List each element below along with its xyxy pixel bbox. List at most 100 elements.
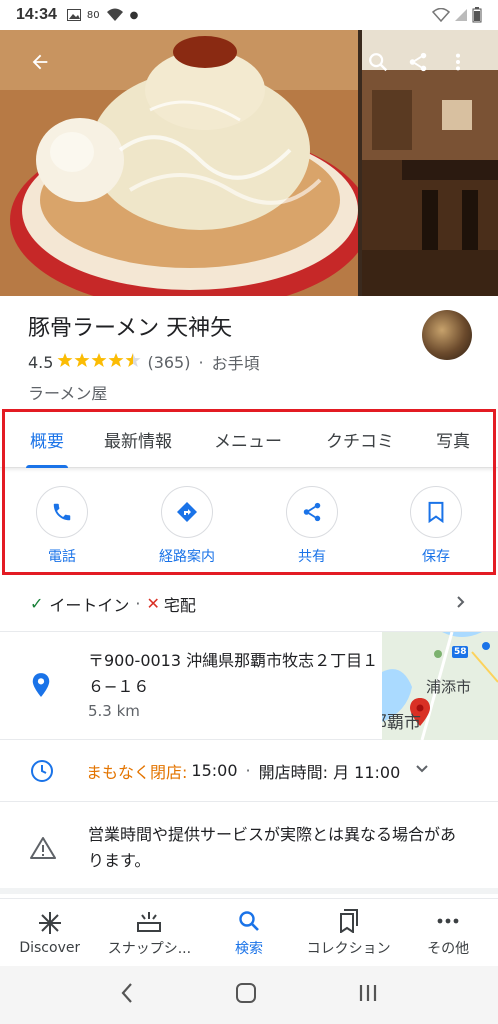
share-label: 共有 — [298, 549, 326, 565]
chevron-left-icon — [121, 983, 133, 1003]
battery-icon — [472, 7, 482, 23]
stars-graphic — [57, 353, 141, 367]
tab-menu[interactable]: メニュー — [214, 412, 282, 468]
place-avatar[interactable] — [422, 310, 472, 360]
battery-percent: 80 — [86, 9, 100, 21]
place-header: 豚骨ラーメン 天神矢 4.5 (365) · お手頃 ラーメン屋 — [0, 296, 498, 408]
separator-dot: · — [135, 594, 141, 613]
share-icon — [409, 52, 427, 72]
service-options-row[interactable]: ✓ イートイン · ✕ 宅配 — [0, 576, 498, 632]
tab-updates[interactable]: 最新情報 — [104, 412, 172, 468]
nav-discover[interactable]: Discover — [0, 899, 100, 966]
home-icon — [235, 983, 256, 1003]
map-city-label-2: 那覇市 — [382, 713, 421, 733]
nav-collection[interactable]: コレクション — [299, 899, 399, 966]
call-circle[interactable] — [36, 486, 88, 538]
opening-info: 開店時間: 月 11:00 — [258, 762, 401, 782]
place-title: 豚骨ラーメン 天神矢 — [28, 316, 233, 341]
back-icon — [32, 54, 48, 70]
nav-snapshot-label: スナップシ... — [107, 940, 192, 957]
recents-icon — [359, 985, 376, 1001]
address-text[interactable]: 〒900-0013 沖縄県那覇市牧志２丁目１６−１６ — [88, 648, 388, 700]
nav-search[interactable]: 検索 — [199, 899, 299, 966]
place-tabs: 概要 最新情報 メニュー クチコミ 写真 — [0, 412, 498, 468]
review-count: (365) — [147, 352, 191, 372]
notification-dot-icon: ● — [129, 9, 139, 21]
wifi-icon — [106, 8, 123, 21]
closing-status: まもなく閉店: — [86, 762, 188, 782]
separator-dot: · — [245, 761, 251, 780]
wifi-signal-icon — [432, 8, 450, 22]
location-pin-icon — [30, 672, 52, 702]
separator-dot: · — [198, 352, 204, 372]
search-icon — [237, 908, 261, 934]
tab-reviews-label: クチコミ — [326, 432, 394, 452]
price-level: お手頃 — [211, 354, 260, 373]
nav-more[interactable]: その他 — [398, 899, 498, 966]
notice-row: 営業時間や提供サービスが実際とは異なる場合があります。 — [0, 802, 498, 894]
status-icons: 80 ● — [66, 8, 139, 22]
more-horiz-icon — [436, 908, 460, 934]
tab-reviews[interactable]: クチコミ — [326, 412, 394, 468]
map-route-label: 58 — [454, 647, 467, 657]
back-button[interactable] — [20, 42, 60, 82]
directions-label: 経路案内 — [159, 549, 215, 565]
nav-discover-label: Discover — [19, 939, 81, 956]
share-circle[interactable] — [286, 486, 338, 538]
map-city-label-1: 浦添市 — [426, 678, 472, 696]
delivery-label: 宅配 — [163, 595, 196, 615]
address-row[interactable]: 〒900-0013 沖縄県那覇市牧志２丁目１６−１６ 5.3 km 58 浦添市… — [0, 632, 498, 740]
hours-row[interactable]: まもなく閉店: 15:00 · 開店時間: 月 11:00 — [0, 740, 498, 802]
distance-text: 5.3 km — [88, 702, 140, 720]
directions-circle[interactable] — [161, 486, 213, 538]
tab-updates-label: 最新情報 — [104, 432, 172, 452]
share-place-button[interactable]: 共有 — [267, 486, 357, 566]
rating-stars-icon — [57, 352, 143, 372]
share-button[interactable] — [398, 42, 438, 82]
system-back-button[interactable] — [120, 982, 134, 1008]
status-time: 14:34 — [16, 6, 57, 23]
chevron-down-icon[interactable] — [414, 761, 430, 781]
place-category: ラーメン屋 — [28, 384, 108, 403]
directions-button[interactable]: 経路案内 — [142, 486, 232, 566]
system-home-button[interactable] — [235, 982, 257, 1008]
more-vert-icon — [455, 53, 461, 71]
gallery-icon — [66, 9, 81, 21]
save-label: 保存 — [422, 549, 450, 565]
call-label: 電話 — [48, 549, 76, 565]
tab-overview-label: 概要 — [30, 432, 64, 452]
mini-map[interactable]: 58 浦添市 那覇市 — [382, 632, 498, 740]
search-button[interactable] — [358, 42, 398, 82]
tab-photos[interactable]: 写真 — [436, 412, 470, 468]
notice-text: 営業時間や提供サービスが実際とは異なる場合があります。 — [88, 825, 457, 870]
tab-overview[interactable]: 概要 — [26, 412, 68, 468]
directions-icon — [177, 502, 197, 522]
dine-in-label: イートイン — [49, 595, 130, 615]
nav-snapshot[interactable]: スナップシ... — [100, 899, 200, 966]
nav-more-label: その他 — [427, 940, 470, 957]
nav-collection-label: コレクション — [306, 940, 391, 957]
bookmark-icon — [428, 501, 444, 523]
more-button[interactable] — [438, 42, 478, 82]
rating-row[interactable]: 4.5 (365) · お手頃 — [28, 350, 470, 374]
rating-value: 4.5 — [28, 352, 54, 372]
closing-time: 15:00 — [191, 761, 238, 780]
phone-icon — [53, 503, 71, 521]
cross-icon: ✕ — [146, 594, 160, 613]
collection-icon — [338, 908, 360, 934]
check-icon: ✓ — [30, 594, 44, 613]
save-circle[interactable] — [410, 486, 462, 538]
chevron-right-icon — [454, 594, 468, 613]
system-recents-button[interactable] — [358, 983, 378, 1007]
tab-menu-label: メニュー — [214, 432, 282, 452]
status-bar: 14:34 80 ● — [0, 0, 498, 30]
status-right — [432, 7, 482, 23]
save-button[interactable]: 保存 — [391, 486, 481, 566]
hero-toolbar — [0, 30, 498, 94]
call-button[interactable]: 電話 — [17, 486, 107, 566]
share-icon — [303, 502, 321, 522]
action-buttons: 電話 経路案内 共有 保存 — [0, 480, 498, 572]
clock-icon — [30, 759, 58, 783]
nav-search-label: 検索 — [234, 940, 263, 957]
search-icon — [369, 53, 388, 72]
